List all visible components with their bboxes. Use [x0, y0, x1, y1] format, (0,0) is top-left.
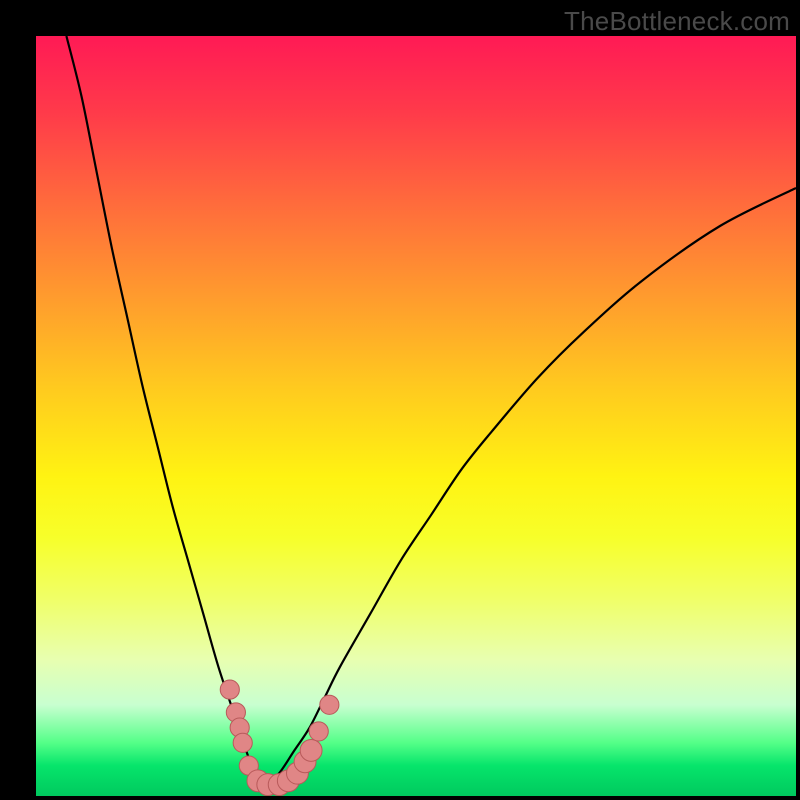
curve-left — [66, 36, 264, 788]
marker-group — [220, 680, 339, 796]
marker-point — [220, 680, 239, 699]
marker-point — [300, 739, 322, 761]
chart-frame: TheBottleneck.com — [0, 0, 800, 800]
plot-area — [36, 36, 796, 796]
marker-point — [309, 722, 328, 741]
marker-point — [233, 733, 252, 752]
watermark-text: TheBottleneck.com — [564, 6, 790, 37]
curve-right — [264, 188, 796, 788]
chart-svg — [36, 36, 796, 796]
marker-point — [320, 695, 339, 714]
